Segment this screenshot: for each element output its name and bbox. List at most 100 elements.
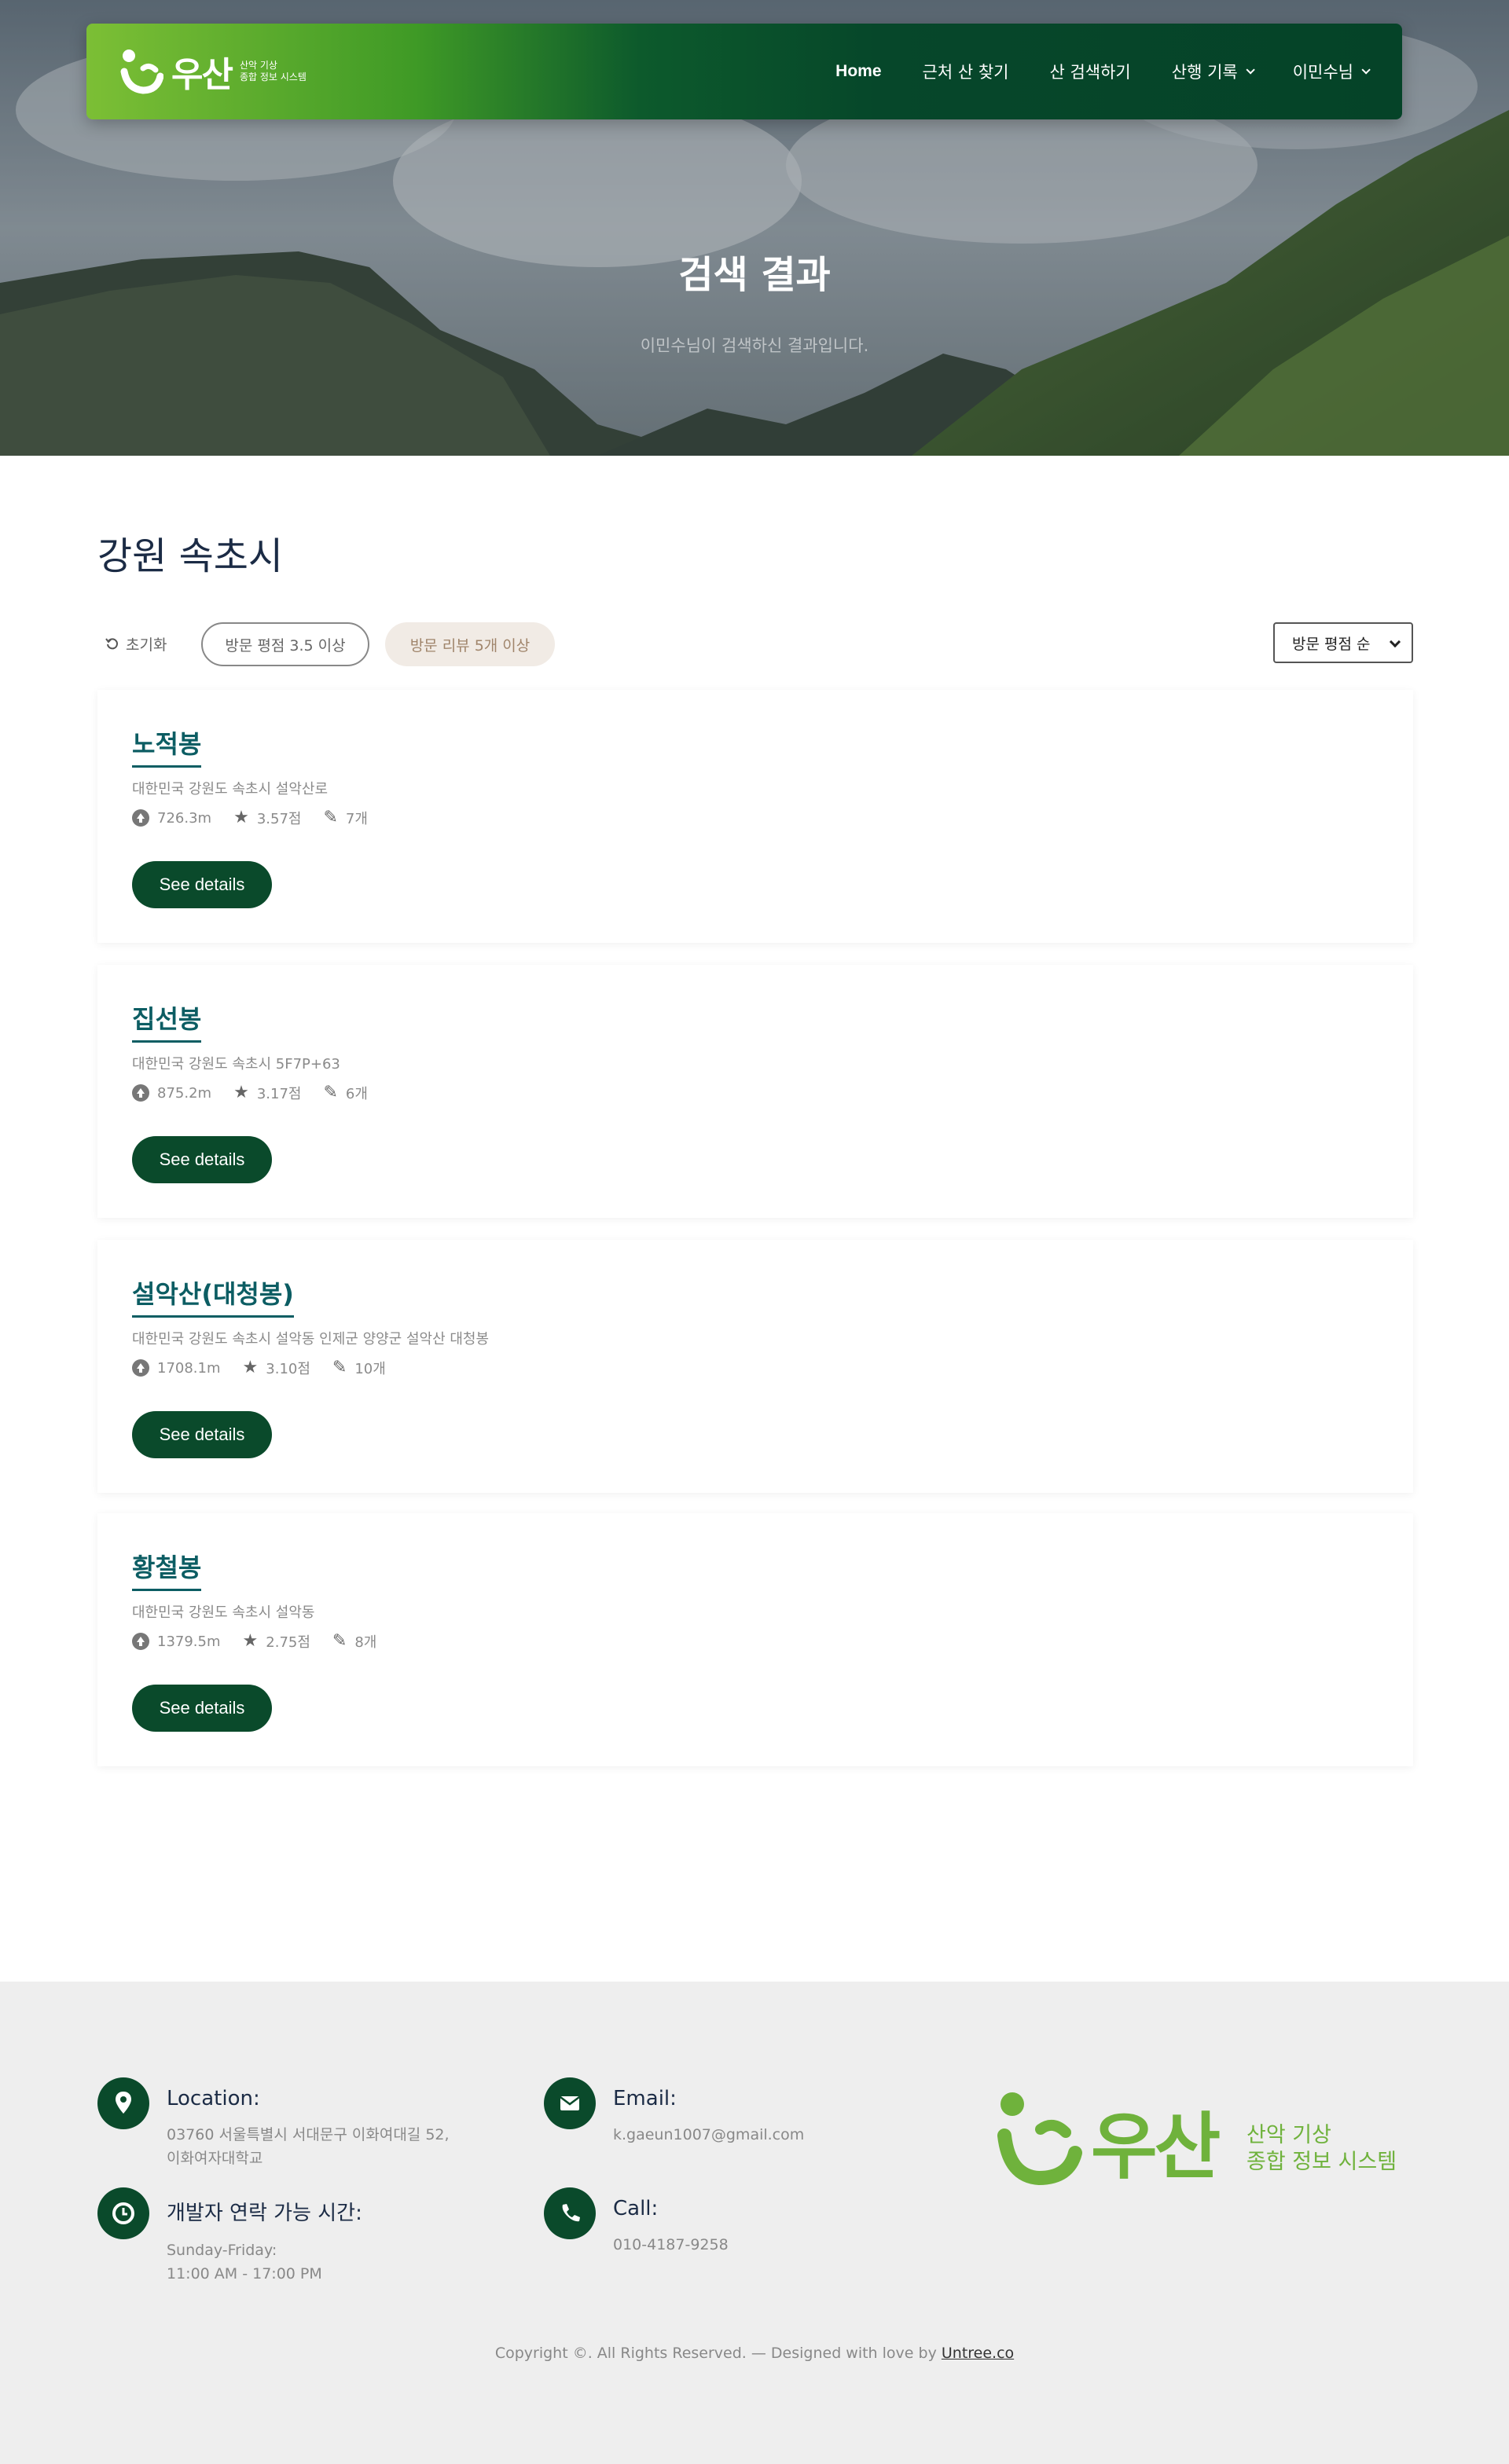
elevation-stat: 1708.1m: [132, 1359, 221, 1377]
review-stat: ✎ 7개: [323, 808, 367, 828]
see-details-button[interactable]: See details: [132, 1685, 272, 1732]
nav-user-menu[interactable]: 이민수님: [1292, 60, 1371, 83]
mountain-address: 대한민국 강원도 속초시 5F7P+63: [132, 1056, 340, 1072]
sort-selected-label: 방문 평점 순: [1292, 635, 1371, 653]
nav-user-label: 이민수님: [1292, 63, 1353, 82]
hours-value: Sunday-Friday: 11:00 AM - 17:00 PM: [167, 2238, 362, 2286]
reset-label: 초기화: [126, 636, 167, 654]
location-text: Location: 03760 서울특별시 서대문구 이화여대길 52, 이화여자…: [167, 2077, 450, 2170]
page-title: 검색 결과: [678, 253, 831, 297]
nav-records-label: 산행 기록: [1171, 63, 1238, 82]
review-count: 8개: [354, 1634, 377, 1651]
copyright-notice: Copyright ©. All Rights Reserved. — Desi…: [0, 2345, 1509, 2362]
elevation-icon: [132, 809, 149, 827]
mountain-address: 대한민국 강원도 속초시 설악산로: [132, 781, 329, 798]
site-footer: Location: 03760 서울특별시 서대문구 이화여대길 52, 이화여자…: [0, 1982, 1509, 2464]
nav-mountain-search[interactable]: 산 검색하기: [1049, 60, 1130, 83]
elevation-value: 875.2m: [157, 1084, 212, 1102]
footer-email: Email: k.gaeun1007@gmail.com: [544, 2077, 804, 2147]
elevation-icon: [132, 1359, 149, 1377]
email-value[interactable]: k.gaeun1007@gmail.com: [613, 2123, 804, 2147]
star-icon: ★: [233, 1083, 249, 1102]
mountain-name[interactable]: 노적봉: [132, 724, 202, 768]
untree-link[interactable]: Untree.co: [942, 2345, 1014, 2362]
nav-home[interactable]: Home: [835, 62, 881, 81]
review-stat: ✎ 8개: [332, 1631, 376, 1652]
review-count: 6개: [345, 1086, 368, 1102]
rating-value: 3.17점: [256, 1086, 302, 1102]
mountain-name[interactable]: 집선봉: [132, 999, 202, 1043]
footer-tagline-line2: 종합 정보 시스템: [1246, 2150, 1397, 2174]
hours-line1: Sunday-Friday:: [167, 2242, 277, 2259]
filter-chip-reviews[interactable]: 방문 리뷰 5개 이상: [385, 622, 555, 666]
elevation-icon: [132, 1084, 149, 1102]
map-pin-icon: [97, 2077, 149, 2129]
phone-value[interactable]: 010-4187-9258: [613, 2233, 729, 2257]
location-line1: 03760 서울특별시 서대문구 이화여대길 52,: [167, 2126, 450, 2143]
umbrella-person-icon: [120, 50, 163, 94]
email-label: Email:: [613, 2087, 677, 2110]
see-details-button[interactable]: See details: [132, 861, 272, 908]
elevation-value: 726.3m: [157, 809, 212, 827]
nav-nearby-mountains[interactable]: 근처 산 찾기: [923, 60, 1009, 83]
location-label: Location:: [167, 2087, 260, 2110]
chevron-down-icon: [1361, 65, 1371, 75]
filter-bar: 초기화 방문 평점 3.5 이상 방문 리뷰 5개 이상 방문 평점 순: [97, 621, 1413, 666]
mountain-name[interactable]: 황철봉: [132, 1548, 202, 1591]
nav-nearby-label: 근처 산 찾기: [922, 63, 1009, 82]
star-icon: ★: [233, 808, 249, 827]
elevation-value: 1708.1m: [157, 1359, 221, 1377]
mountain-name[interactable]: 설악산(대청봉): [132, 1274, 294, 1318]
reset-filters-button[interactable]: 초기화: [105, 621, 167, 666]
pencil-icon: ✎: [332, 1358, 347, 1377]
star-icon: ★: [242, 1358, 259, 1377]
location-value: 03760 서울특별시 서대문구 이화여대길 52, 이화여자대학교: [167, 2123, 450, 2170]
page-subtitle: 이민수님이 검색하신 결과입니다.: [640, 336, 869, 355]
region-heading: 강원 속초시: [97, 534, 284, 578]
call-label: Call:: [613, 2197, 659, 2220]
call-text: Call: 010-4187-9258: [613, 2187, 729, 2257]
pencil-icon: ✎: [323, 808, 338, 827]
result-card: 황철봉 대한민국 강원도 속초시 설악동 1379.5m ★ 2.75점 ✎ 8개 …: [97, 1513, 1413, 1766]
review-count: 7개: [345, 811, 368, 827]
mountain-stats: 1708.1m ★ 3.10점 ✎ 10개: [132, 1358, 386, 1378]
hours-label: 개발자 연락 가능 시간:: [167, 2202, 362, 2225]
nav-home-label: Home: [835, 62, 882, 80]
result-card: 노적봉 대한민국 강원도 속초시 설악산로 726.3m ★ 3.57점 ✎ 7개 …: [97, 690, 1413, 943]
footer-logo-mark: 우산 산악 기상 종합 정보 시스템: [997, 2092, 1397, 2189]
result-card: 집선봉 대한민국 강원도 속초시 5F7P+63 875.2m ★ 3.17점 ✎…: [97, 965, 1413, 1218]
brand-tagline: 산악 기상 종합 정보 시스템: [240, 60, 307, 83]
pencil-icon: ✎: [332, 1631, 347, 1651]
elevation-stat: 875.2m: [132, 1084, 211, 1102]
footer-tagline-line1: 산악 기상: [1246, 2123, 1331, 2147]
elevation-stat: 726.3m: [132, 809, 211, 827]
clock-icon: [97, 2187, 149, 2239]
elevation-icon: [132, 1633, 149, 1650]
rating-stat: ★ 3.10점: [243, 1358, 310, 1378]
footer-brand-logo: 우산 산악 기상 종합 정보 시스템: [990, 2084, 1415, 2209]
rating-value: 3.10점: [266, 1361, 310, 1377]
elevation-stat: 1379.5m: [132, 1633, 221, 1650]
brand-logo[interactable]: 우산 산악 기상 종합 정보 시스템: [119, 44, 307, 99]
hours-text: 개발자 연락 가능 시간: Sunday-Friday: 11:00 AM - 1…: [167, 2187, 362, 2286]
see-details-button[interactable]: See details: [132, 1136, 272, 1183]
copyright-text: Copyright ©. All Rights Reserved. — Desi…: [494, 2345, 937, 2362]
chevron-down-icon: [1389, 636, 1401, 648]
main-nav: Home 근처 산 찾기 산 검색하기 산행 기록 이민수님: [835, 24, 1371, 119]
see-details-button[interactable]: See details: [132, 1411, 272, 1458]
envelope-icon: [544, 2077, 596, 2129]
sort-select[interactable]: 방문 평점 순: [1273, 622, 1413, 663]
top-navbar: 우산 산악 기상 종합 정보 시스템 Home 근처 산 찾기 산 검색하기 산…: [86, 24, 1402, 119]
star-icon: ★: [242, 1631, 259, 1651]
nav-hiking-records[interactable]: 산행 기록: [1171, 60, 1255, 83]
review-count: 10개: [354, 1361, 386, 1377]
rating-stat: ★ 3.57점: [233, 808, 301, 828]
brand-tagline-line1: 산악 기상: [239, 60, 277, 71]
rating-value: 2.75점: [266, 1634, 310, 1651]
mountain-address: 대한민국 강원도 속초시 설악동: [132, 1604, 315, 1621]
mountain-address: 대한민국 강원도 속초시 설악동 인제군 양양군 설악산 대청봉: [132, 1331, 490, 1348]
filter-chip-rating[interactable]: 방문 평점 3.5 이상: [201, 622, 369, 666]
footer-hours: 개발자 연락 가능 시간: Sunday-Friday: 11:00 AM - 1…: [97, 2187, 362, 2286]
chevron-down-icon: [1246, 65, 1255, 75]
rating-value: 3.57점: [256, 811, 302, 827]
